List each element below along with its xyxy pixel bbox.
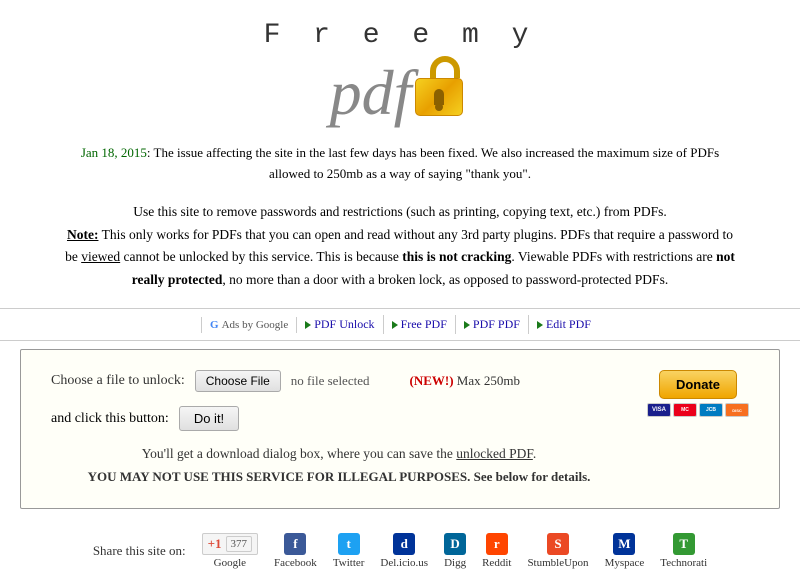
facebook-label: Facebook [274,557,317,569]
facebook-icon: f [284,533,306,555]
technorati-icon: T [673,533,695,555]
new-badge: (NEW!) Max 250mb [409,373,520,389]
google-label: Google [214,557,246,569]
google-plus-button[interactable]: +1 377 [202,533,258,555]
twitter-icon: t [338,533,360,555]
news-text: : The issue affecting the site in the la… [147,145,719,181]
ads-by-google: G Ads by Google [201,317,297,333]
gplus-icon: +1 [208,536,222,552]
technorati-item[interactable]: T Technorati [660,533,707,569]
adbar-item-3[interactable]: Edit PDF [529,315,599,334]
mastercard-icon: MC [673,403,697,417]
triangle-icon-2 [464,321,470,329]
triangle-icon-0 [305,321,311,329]
header: F r e e m y pdf [0,0,800,135]
header-title: F r e e m y [0,20,800,51]
desc-line2: Note: This only works for PDFs that you … [60,224,740,293]
amex-icon: JCB [699,403,723,417]
reddit-item[interactable]: r Reddit [482,533,511,569]
card-icons: VISA MC JCB DISC [647,403,749,417]
file-info: no file selected [291,373,370,389]
lock-icon [415,56,470,121]
google-plus-item[interactable]: +1 377 Google [202,533,258,569]
stumbleupon-icon: S [547,533,569,555]
technorati-label: Technorati [660,557,707,569]
file-label: Choose a file to unlock: [51,373,185,389]
share-bar: Share this site on: +1 377 Google f Face… [0,517,800,581]
choose-file-button[interactable]: Choose File [195,370,281,392]
digg-icon: D [444,533,466,555]
twitter-label: Twitter [333,557,365,569]
delicious-icon: d [393,533,415,555]
visa-icon: VISA [647,403,671,417]
delicious-item[interactable]: d Del.icio.us [380,533,428,569]
news-date-link[interactable]: Jan 18, 2015 [81,145,147,160]
triangle-icon-1 [392,321,398,329]
google-count: 377 [226,536,253,552]
new-text: (NEW!) [409,373,453,388]
info-text: You'll get a download dialog box, where … [51,443,627,488]
logo-area: pdf [0,56,800,125]
myspace-item[interactable]: M Myspace [605,533,645,569]
main-box: Choose a file to unlock: Choose File no … [20,349,780,509]
warning-text: YOU MAY NOT USE THIS SERVICE FOR ILLEGAL… [88,469,471,484]
adbar-item-2[interactable]: PDF PDF [456,315,529,334]
desc-line1: Use this site to remove passwords and re… [60,201,740,224]
reddit-label: Reddit [482,557,511,569]
delicious-label: Del.icio.us [380,557,428,569]
digg-label: Digg [444,557,466,569]
stumbleupon-item[interactable]: S StumbleUpon [527,533,588,569]
file-row: Choose a file to unlock: Choose File no … [51,370,627,392]
share-label: Share this site on: [93,543,186,559]
donate-section: Donate VISA MC JCB DISC [647,370,749,417]
triangle-icon-3 [537,321,543,329]
main-box-inner: Choose a file to unlock: Choose File no … [51,370,749,488]
twitter-item[interactable]: t Twitter [333,533,365,569]
viewed-word: viewed [81,249,120,264]
unlocked-pdf-text: unlocked PDF [456,446,533,461]
main-content: Choose a file to unlock: Choose File no … [51,370,627,488]
discover-icon: DISC [725,403,749,417]
pdf-text: pdf [330,61,412,125]
note-label: Note: [67,227,98,242]
button-row: and click this button: Do it! [51,406,627,431]
adbar-item-0[interactable]: PDF Unlock [297,315,383,334]
facebook-item[interactable]: f Facebook [274,533,317,569]
donate-button[interactable]: Donate [659,370,737,399]
stumbleupon-label: StumbleUpon [527,557,588,569]
news-banner: Jan 18, 2015: The issue affecting the si… [0,135,800,193]
reddit-icon: r [486,533,508,555]
google-icon: G [210,319,219,331]
not-cracking: this is not cracking [402,249,511,264]
myspace-icon: M [613,533,635,555]
button-label: and click this button: [51,411,169,427]
myspace-label: Myspace [605,557,645,569]
adbar-item-1[interactable]: Free PDF [384,315,456,334]
description: Use this site to remove passwords and re… [0,193,800,301]
ad-bar: G Ads by Google PDF Unlock Free PDF PDF … [0,308,800,341]
doit-button[interactable]: Do it! [179,406,239,431]
digg-item[interactable]: D Digg [444,533,466,569]
